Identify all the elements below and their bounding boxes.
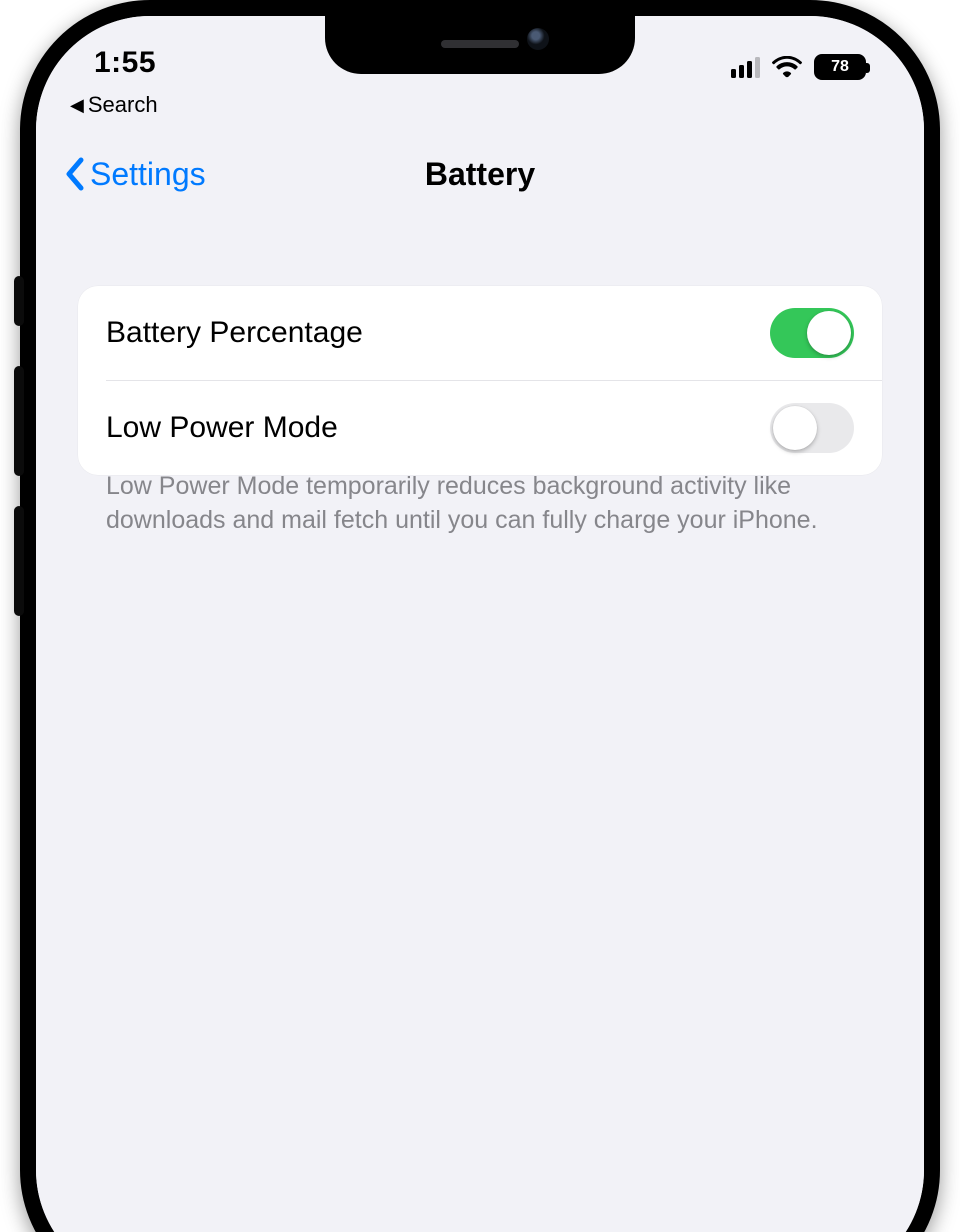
row-battery-percentage[interactable]: Battery Percentage: [78, 286, 882, 380]
battery-percent: 78: [831, 58, 849, 76]
row-label: Low Power Mode: [106, 411, 338, 445]
back-triangle-icon: ◀︎: [70, 96, 84, 114]
toggle-battery-percentage[interactable]: [770, 308, 854, 358]
screen: 1:55 78 ◀︎ Search Settings: [36, 16, 924, 1232]
chevron-left-icon: [64, 157, 84, 191]
breadcrumb-back[interactable]: ◀︎ Search: [70, 92, 158, 118]
settings-group: Battery Percentage Low Power Mode: [78, 286, 882, 475]
phone-frame: 1:55 78 ◀︎ Search Settings: [20, 0, 940, 1232]
row-low-power-mode[interactable]: Low Power Mode: [106, 380, 882, 475]
volume-up-button[interactable]: [14, 366, 24, 476]
breadcrumb-label: Search: [88, 92, 158, 118]
row-label: Battery Percentage: [106, 316, 363, 350]
nav-bar: Settings Battery: [36, 142, 924, 206]
toggle-low-power-mode[interactable]: [770, 403, 854, 453]
mute-switch[interactable]: [14, 276, 24, 326]
section-footer: Low Power Mode temporarily reduces backg…: [106, 470, 854, 538]
notch: [325, 16, 635, 74]
back-label: Settings: [90, 156, 206, 193]
status-time: 1:55: [94, 46, 156, 86]
volume-down-button[interactable]: [14, 506, 24, 616]
page-title: Battery: [425, 156, 535, 193]
back-button[interactable]: Settings: [64, 156, 206, 193]
cellular-signal-icon: [731, 57, 760, 78]
speaker-grille: [441, 40, 519, 48]
battery-indicator: 78: [814, 54, 866, 80]
wifi-icon: [772, 56, 802, 78]
front-camera: [527, 28, 549, 50]
